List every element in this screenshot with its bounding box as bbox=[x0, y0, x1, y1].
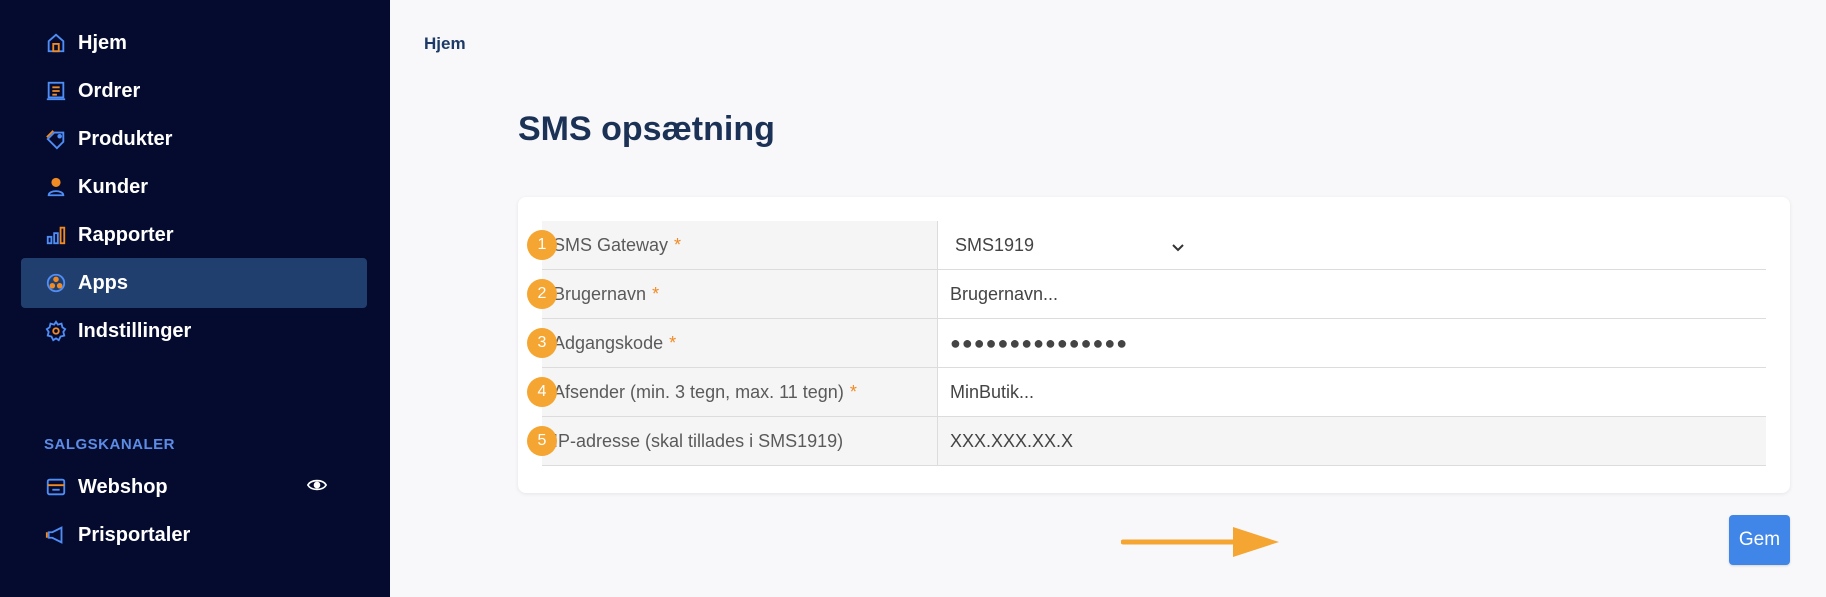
save-button[interactable]: Gem bbox=[1729, 515, 1790, 565]
sidebar-item-label: Apps bbox=[78, 271, 128, 294]
form-row-sender: Afsender (min. 3 tegn, max. 11 tegn) * Mi… bbox=[527, 368, 1766, 417]
form-row-username: Brugernavn * Brugernavn... 2 bbox=[527, 270, 1766, 319]
home-icon bbox=[44, 31, 68, 55]
password-field[interactable]: ●●●●●●●●●●●●●●● bbox=[938, 319, 1766, 367]
required-marker: * bbox=[652, 283, 660, 304]
field-label-text: Afsender (min. 3 tegn, max. 11 tegn) bbox=[553, 381, 844, 402]
sidebar-item-webshop[interactable]: Webshop bbox=[21, 462, 367, 512]
form-row-password: Adgangskode * ●●●●●●●●●●●●●●● 3 bbox=[527, 319, 1766, 368]
sidebar-item-label: Kunder bbox=[78, 175, 148, 198]
step-badge: 3 bbox=[527, 328, 557, 358]
sidebar-item-rapporter[interactable]: Rapporter bbox=[21, 210, 367, 260]
sender-field[interactable]: MinButik... bbox=[938, 368, 1766, 416]
breadcrumb[interactable]: Hjem bbox=[424, 34, 466, 54]
main-content: Hjem SMS opsætning SMS Gateway * SMS1919 … bbox=[390, 0, 1826, 597]
gear-icon bbox=[44, 319, 68, 343]
chevron-down-icon bbox=[1171, 239, 1185, 253]
sidebar: Hjem Ordrer Produkter Kunder Rapporter A… bbox=[0, 0, 390, 597]
form-row-gateway: SMS Gateway * SMS1919 1 bbox=[527, 221, 1766, 270]
field-label-text: Adgangskode bbox=[553, 332, 664, 353]
sidebar-item-label: Produkter bbox=[78, 127, 173, 150]
gateway-select-value: SMS1919 bbox=[955, 234, 1035, 255]
sidebar-item-hjem[interactable]: Hjem bbox=[21, 18, 367, 68]
username-field[interactable]: Brugernavn... bbox=[938, 270, 1766, 318]
required-marker: * bbox=[849, 381, 857, 402]
section-label-salgskanaler: SALGSKANALER bbox=[44, 436, 176, 453]
sidebar-item-label: Ordrer bbox=[78, 79, 141, 102]
sidebar-item-prisportaler[interactable]: Prisportaler bbox=[21, 510, 367, 560]
apps-icon bbox=[44, 271, 68, 295]
step-badge: 1 bbox=[527, 230, 557, 260]
sidebar-item-label: Rapporter bbox=[78, 223, 174, 246]
required-marker: * bbox=[669, 332, 677, 353]
store-icon bbox=[44, 475, 68, 499]
sidebar-item-ordrer[interactable]: Ordrer bbox=[21, 66, 367, 116]
step-badge: 5 bbox=[527, 426, 557, 456]
field-label-text: Brugernavn bbox=[553, 283, 647, 304]
arrow-right-icon bbox=[1121, 527, 1279, 557]
sidebar-item-kunder[interactable]: Kunder bbox=[21, 162, 367, 212]
eye-icon[interactable] bbox=[306, 475, 331, 499]
bar-chart-icon bbox=[44, 223, 68, 247]
step-badge: 4 bbox=[527, 377, 557, 407]
gateway-select-cell: SMS1919 bbox=[938, 221, 1766, 269]
megaphone-icon bbox=[44, 523, 68, 547]
field-label: SMS Gateway * bbox=[542, 221, 938, 269]
tag-icon bbox=[44, 127, 68, 151]
field-label-text: SMS Gateway bbox=[553, 234, 669, 255]
page-title: SMS opsætning bbox=[518, 110, 775, 148]
sidebar-item-label: Indstillinger bbox=[78, 319, 192, 342]
sidebar-item-label: Prisportaler bbox=[78, 523, 191, 546]
sidebar-item-indstillinger[interactable]: Indstillinger bbox=[21, 306, 367, 356]
ip-address-field: XXX.XXX.XX.X bbox=[938, 417, 1766, 465]
field-label: IP-adresse (skal tillades i SMS1919) bbox=[542, 417, 938, 465]
orders-icon bbox=[44, 79, 68, 103]
required-marker: * bbox=[674, 234, 682, 255]
sidebar-item-label: Webshop bbox=[78, 475, 168, 498]
field-label: Brugernavn * bbox=[542, 270, 938, 318]
field-label: Afsender (min. 3 tegn, max. 11 tegn) * bbox=[542, 368, 938, 416]
user-icon bbox=[44, 175, 68, 199]
field-label: Adgangskode * bbox=[542, 319, 938, 367]
sms-settings-card: SMS Gateway * SMS1919 1 Brugernavn * Bruge… bbox=[518, 197, 1790, 493]
gateway-select[interactable]: SMS1919 bbox=[950, 221, 1195, 269]
sidebar-item-apps[interactable]: Apps bbox=[21, 258, 367, 308]
form-row-ip: IP-adresse (skal tillades i SMS1919) XXX… bbox=[527, 417, 1766, 466]
sidebar-item-label: Hjem bbox=[78, 31, 127, 54]
field-label-text: IP-adresse (skal tillades i SMS1919) bbox=[553, 430, 844, 451]
step-badge: 2 bbox=[527, 279, 557, 309]
sidebar-item-produkter[interactable]: Produkter bbox=[21, 114, 367, 164]
